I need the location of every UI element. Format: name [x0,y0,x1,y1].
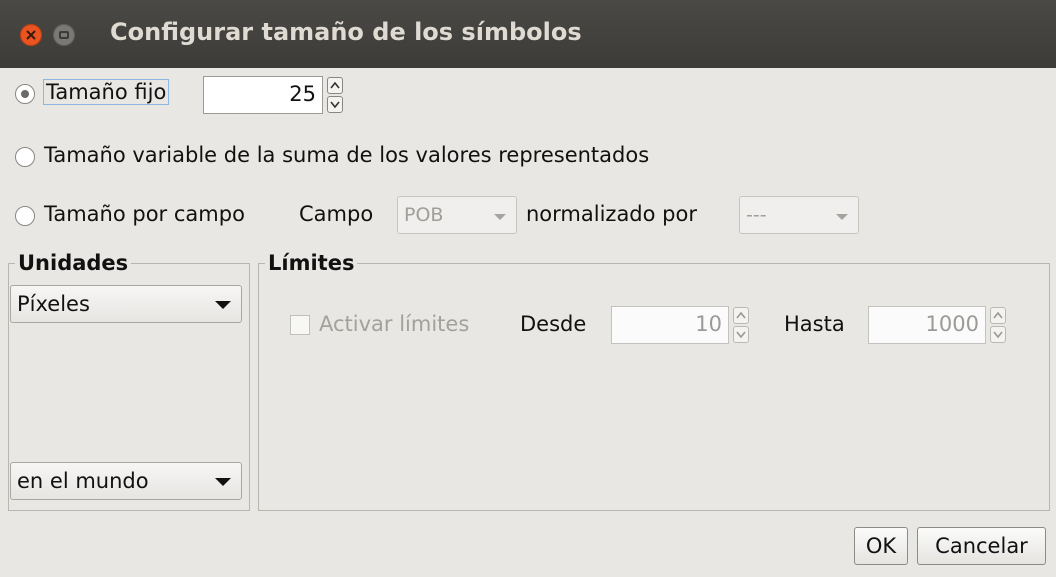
chevron-down-icon [330,101,340,108]
to-label: Hasta [784,312,845,336]
activate-limits-label[interactable]: Activar límites [319,312,469,336]
from-label: Desde [520,312,587,336]
normalized-select[interactable]: --- [739,196,859,234]
to-spinner[interactable] [990,307,1006,345]
radio-fixed-size[interactable] [15,84,35,104]
close-icon [26,30,36,40]
fixed-size-label[interactable]: Tamaño fijo [42,79,170,105]
chevron-up-icon [736,312,746,319]
fixed-size-input[interactable]: 25 [203,76,323,114]
field-select[interactable]: POB [397,196,517,234]
to-input[interactable]: 1000 [868,306,986,344]
cancel-button[interactable]: Cancelar [917,527,1046,565]
close-window-button[interactable] [20,24,42,46]
normalized-label: normalizado por [526,202,697,226]
units-select[interactable]: Píxeles [10,285,242,323]
spinner-up-button[interactable] [990,307,1006,324]
title-bar: Configurar tamaño de los símbolos [0,0,1056,68]
limits-group: Límites [258,250,1050,511]
units-select-value: Píxeles [17,292,90,316]
dropdown-arrow-icon [494,214,506,220]
field-size-label[interactable]: Tamaño por campo [44,202,245,226]
scope-select[interactable]: en el mundo [10,462,242,500]
variable-size-label[interactable]: Tamaño variable de la suma de los valore… [44,143,649,167]
units-legend: Unidades [15,250,132,276]
field-select-value: POB [404,204,444,226]
spinner-down-button[interactable] [990,326,1006,343]
radio-variable-size[interactable] [15,147,35,167]
ok-button[interactable]: OK [854,527,908,565]
chevron-up-icon [330,82,340,89]
radio-field-size[interactable] [15,206,35,226]
activate-limits-checkbox[interactable] [290,315,310,335]
minimize-icon [59,31,69,39]
dropdown-arrow-icon [215,478,231,486]
dropdown-arrow-icon [215,301,231,309]
fixed-size-spinner[interactable] [327,77,343,115]
limits-legend: Límites [265,250,358,276]
spinner-up-button[interactable] [733,307,749,324]
minimize-window-button[interactable] [53,24,75,46]
window-title: Configurar tamaño de los símbolos [110,18,582,46]
chevron-down-icon [736,331,746,338]
spinner-up-button[interactable] [327,77,343,94]
chevron-down-icon [993,331,1003,338]
from-input[interactable]: 10 [611,306,729,344]
scope-select-value: en el mundo [17,469,149,493]
from-spinner[interactable] [733,307,749,345]
chevron-up-icon [993,312,1003,319]
spinner-down-button[interactable] [733,326,749,343]
spinner-down-button[interactable] [327,96,343,113]
field-label: Campo [299,202,374,226]
dropdown-arrow-icon [836,214,848,220]
normalized-select-value: --- [746,204,767,226]
